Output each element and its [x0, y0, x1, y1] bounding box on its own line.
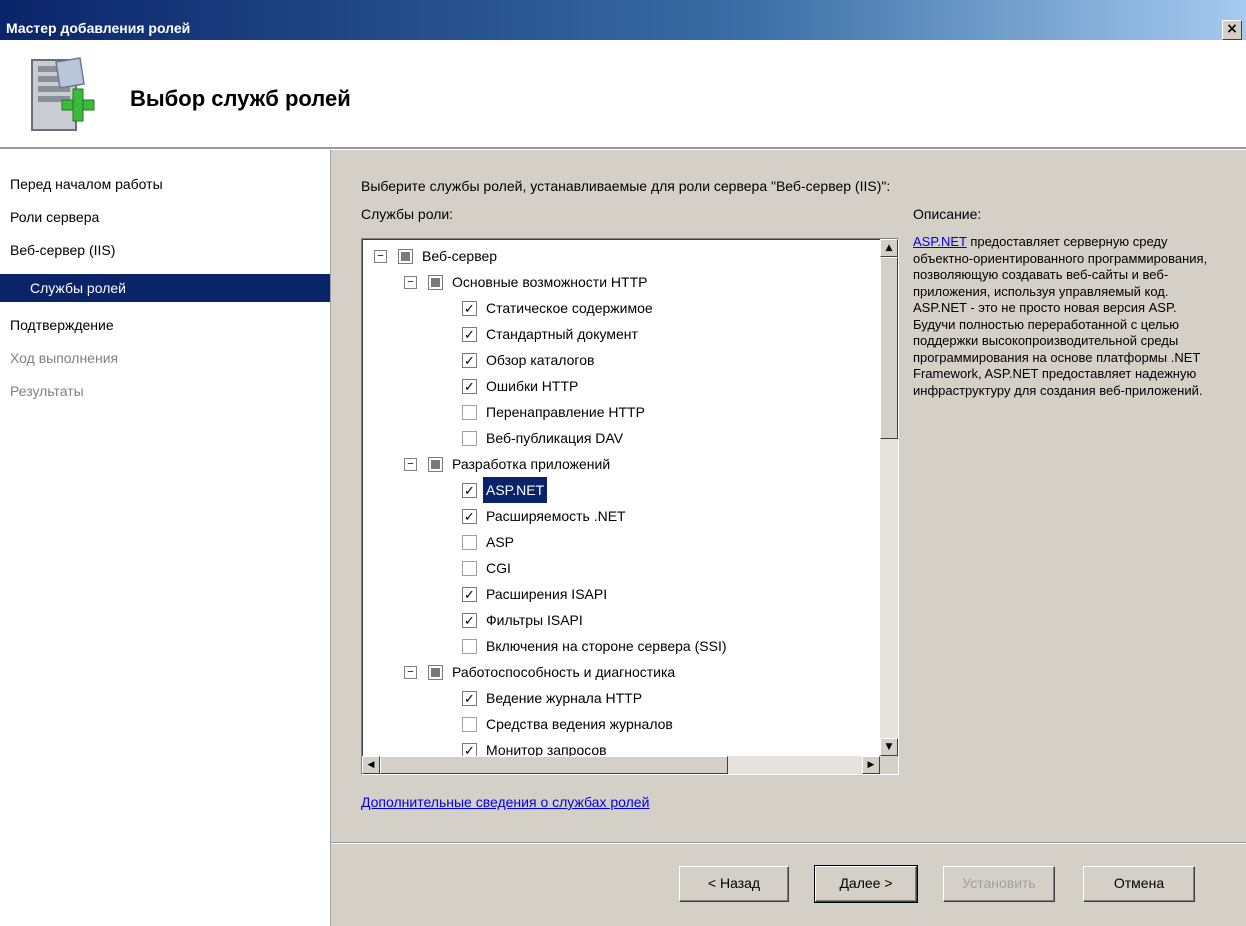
- next-button[interactable]: Далее >: [814, 865, 918, 903]
- tree-item-label: Обзор каталогов: [486, 352, 595, 368]
- tree-item-label: Веб-публикация DAV: [486, 430, 624, 446]
- horizontal-scrollbar[interactable]: ◀ ▶: [362, 756, 880, 774]
- tree-item-label: Фильтры ISAPI: [486, 612, 583, 628]
- horizontal-scroll-thumb[interactable]: [380, 756, 728, 774]
- checkbox[interactable]: [462, 405, 477, 420]
- instruction-text: Выберите службы ролей, устанавливаемые д…: [361, 178, 891, 194]
- server-add-icon: [31, 57, 95, 131]
- nav-step-role-services[interactable]: Службы ролей: [0, 274, 330, 302]
- nav-step-progress: Ход выполнения: [10, 350, 119, 366]
- checkbox[interactable]: ✓: [462, 509, 477, 524]
- checkbox[interactable]: [398, 249, 413, 264]
- more-info-link[interactable]: Дополнительные сведения о службах ролей: [361, 794, 649, 810]
- tree-row[interactable]: Веб-публикация DAV: [362, 425, 862, 451]
- role-services-label: Службы роли:: [361, 206, 454, 222]
- tree-item-label: Разработка приложений: [452, 456, 611, 472]
- checkbox[interactable]: ✓: [462, 483, 477, 498]
- checkbox[interactable]: ✓: [462, 301, 477, 316]
- back-button[interactable]: < Назад: [679, 866, 789, 902]
- nav-step-results: Результаты: [10, 383, 84, 399]
- checkbox[interactable]: ✓: [462, 327, 477, 342]
- role-services-tree[interactable]: − Веб-сервер − Основные возможности HTTP ✓ Ст…: [361, 238, 899, 775]
- wizard-steps-nav: Перед началом работы Роли сервера Веб-се…: [0, 150, 331, 926]
- tree-item-label: Основные возможности HTTP: [452, 274, 648, 290]
- checkbox[interactable]: [462, 431, 477, 446]
- tree-row[interactable]: ✓ Обзор каталогов: [362, 347, 862, 373]
- window-title-bar: Мастер добавления ролей ×: [0, 0, 1246, 40]
- tree-item-label: Расширяемость .NET: [486, 508, 626, 524]
- tree-row[interactable]: ✓ Расширяемость .NET: [362, 503, 862, 529]
- checkbox[interactable]: [462, 535, 477, 550]
- wizard-header: Выбор служб ролей: [0, 40, 1246, 147]
- tree-item-label: Работоспособность и диагностика: [452, 664, 676, 680]
- collapse-icon[interactable]: −: [404, 458, 417, 471]
- checkbox[interactable]: [462, 639, 477, 654]
- checkbox[interactable]: [428, 275, 443, 290]
- window-title: Мастер добавления ролей: [6, 20, 191, 36]
- tree-row[interactable]: ✓ Расширения ISAPI: [362, 581, 862, 607]
- tree-row[interactable]: − Основные возможности HTTP: [362, 269, 862, 295]
- nav-step-web-server-iis[interactable]: Веб-сервер (IIS): [10, 236, 115, 264]
- collapse-icon[interactable]: −: [374, 250, 387, 263]
- vertical-scrollbar[interactable]: ▲ ▼: [880, 239, 898, 756]
- tree-row[interactable]: Включения на стороне сервера (SSI): [362, 633, 862, 659]
- tree-row[interactable]: − Веб-сервер: [362, 243, 862, 269]
- checkbox[interactable]: ✓: [462, 379, 477, 394]
- collapse-icon[interactable]: −: [404, 276, 417, 289]
- close-button[interactable]: ×: [1222, 20, 1242, 40]
- tree-item-label: Веб-сервер: [422, 248, 498, 264]
- cancel-button[interactable]: Отмена: [1083, 866, 1195, 902]
- main-content: Выберите службы ролей, устанавливаемые д…: [331, 150, 1246, 926]
- tree-row[interactable]: ✓ Фильтры ISAPI: [362, 607, 862, 633]
- nav-step-confirmation[interactable]: Подтверждение: [10, 311, 114, 339]
- scroll-left-icon[interactable]: ◀: [362, 756, 380, 774]
- collapse-icon[interactable]: −: [404, 666, 417, 679]
- tree-row[interactable]: ✓ ASP.NET: [362, 477, 862, 503]
- tree-row[interactable]: Перенаправление HTTP: [362, 399, 862, 425]
- description-label: Описание:: [913, 206, 982, 222]
- checkbox[interactable]: [462, 561, 477, 576]
- tree-item-label: ASP.NET: [483, 477, 548, 503]
- tree-item-label: Расширения ISAPI: [486, 586, 608, 602]
- tree-row[interactable]: ✓ Ведение журнала HTTP: [362, 685, 862, 711]
- footer-divider: [331, 842, 1246, 844]
- description-link[interactable]: ASP.NET: [913, 234, 967, 249]
- checkbox[interactable]: [428, 665, 443, 680]
- tree-item-label: CGI: [486, 560, 511, 576]
- scroll-up-icon[interactable]: ▲: [880, 239, 898, 257]
- checkbox[interactable]: [428, 457, 443, 472]
- tree-item-label: Стандартный документ: [486, 326, 638, 342]
- scrollbar-corner: [880, 756, 898, 774]
- checkbox[interactable]: ✓: [462, 587, 477, 602]
- tree-row[interactable]: Средства ведения журналов: [362, 711, 862, 737]
- tree-row[interactable]: ✓ Стандартный документ: [362, 321, 862, 347]
- checkbox[interactable]: ✓: [462, 353, 477, 368]
- vertical-scroll-thumb[interactable]: [880, 257, 898, 439]
- nav-step-server-roles[interactable]: Роли сервера: [10, 203, 99, 231]
- page-title: Выбор служб ролей: [130, 86, 351, 111]
- checkbox[interactable]: ✓: [462, 613, 477, 628]
- tree-row[interactable]: ASP: [362, 529, 862, 555]
- tree-row[interactable]: CGI: [362, 555, 862, 581]
- tree-row[interactable]: ✓ Ошибки HTTP: [362, 373, 862, 399]
- tree-item-label: Ошибки HTTP: [486, 378, 579, 394]
- install-button: Установить: [943, 866, 1055, 902]
- scroll-right-icon[interactable]: ▶: [862, 756, 880, 774]
- tree-item-label: Включения на стороне сервера (SSI): [486, 638, 727, 654]
- tree-row[interactable]: ✓ Статическое содержимое: [362, 295, 862, 321]
- nav-step-before-you-begin[interactable]: Перед началом работы: [10, 170, 163, 198]
- checkbox[interactable]: ✓: [462, 691, 477, 706]
- tree-item-label: ASP: [486, 534, 515, 550]
- tree-item-label: Средства ведения журналов: [486, 716, 673, 732]
- checkbox[interactable]: [462, 717, 477, 732]
- tree-item-label: Статическое содержимое: [486, 300, 653, 316]
- tree-row[interactable]: − Разработка приложений: [362, 451, 862, 477]
- description-panel: ASP.NET предоставляет серверную среду об…: [913, 234, 1221, 399]
- scroll-down-icon[interactable]: ▼: [880, 738, 898, 756]
- tree-item-label: Ведение журнала HTTP: [486, 690, 643, 706]
- tree-row[interactable]: − Работоспособность и диагностика: [362, 659, 862, 685]
- tree-item-label: Перенаправление HTTP: [486, 404, 645, 420]
- description-text: предоставляет серверную среду объектно-о…: [913, 234, 1208, 398]
